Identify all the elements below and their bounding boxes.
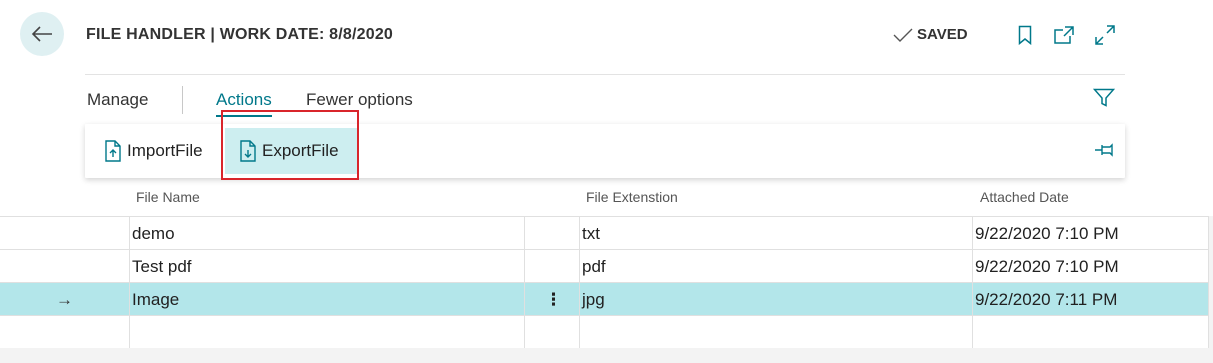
cell-attached-date[interactable]: 9/22/2020 7:11 PM: [975, 290, 1117, 310]
tab-separator: [182, 86, 183, 114]
import-file-button[interactable]: ImportFile: [100, 128, 207, 174]
bookmark-icon[interactable]: [1014, 24, 1036, 46]
row-actions-menu-icon[interactable]: ⋮: [545, 290, 562, 310]
saved-status: SAVED: [893, 26, 968, 43]
cell-file-name[interactable]: Test pdf: [132, 257, 192, 277]
page-footer: [0, 348, 1213, 363]
column-header-file-extension[interactable]: File Extenstion: [586, 189, 678, 205]
cell-file-name[interactable]: Image: [132, 290, 179, 310]
table-row-selected[interactable]: → Image ⋮ jpg 9/22/2020 7:11 PM: [0, 282, 1209, 315]
import-file-label: ImportFile: [127, 141, 203, 160]
page-title: FILE HANDLER | WORK DATE: 8/8/2020: [86, 26, 394, 43]
grid-divider: [524, 216, 525, 348]
row-marker-arrow-icon: →: [56, 290, 73, 309]
table-row[interactable]: demo txt 9/22/2020 7:10 PM: [0, 216, 1209, 249]
cell-attached-date[interactable]: 9/22/2020 7:10 PM: [975, 224, 1119, 244]
pin-icon[interactable]: [1094, 142, 1116, 163]
arrow-left-icon: [31, 25, 53, 43]
table-row-empty[interactable]: [0, 315, 1209, 350]
checkmark-icon: [893, 27, 913, 43]
cell-file-name[interactable]: demo: [132, 224, 175, 244]
highlight-box: [221, 110, 359, 180]
open-new-window-icon[interactable]: [1053, 24, 1075, 46]
cell-attached-date[interactable]: 9/22/2020 7:10 PM: [975, 257, 1119, 277]
grid-divider: [579, 216, 580, 348]
tab-actions[interactable]: Actions: [216, 90, 272, 117]
grid-divider: [129, 216, 130, 348]
file-import-icon: [104, 140, 122, 162]
filter-icon[interactable]: [1092, 88, 1116, 113]
tab-manage[interactable]: Manage: [87, 90, 148, 110]
column-header-file-name[interactable]: File Name: [136, 189, 200, 205]
table-row[interactable]: Test pdf pdf 9/22/2020 7:10 PM: [0, 249, 1209, 282]
header-divider: [85, 74, 1125, 75]
cell-file-extension[interactable]: pdf: [582, 257, 606, 277]
expand-icon[interactable]: [1094, 24, 1116, 46]
saved-label: SAVED: [917, 26, 968, 43]
back-button[interactable]: [20, 12, 64, 56]
column-header-attached-date[interactable]: Attached Date: [980, 189, 1069, 205]
cell-file-extension[interactable]: txt: [582, 224, 600, 244]
page-edge: [1209, 216, 1213, 348]
grid-divider: [972, 216, 973, 348]
cell-file-extension[interactable]: jpg: [582, 290, 605, 310]
tab-fewer-options[interactable]: Fewer options: [306, 90, 413, 110]
